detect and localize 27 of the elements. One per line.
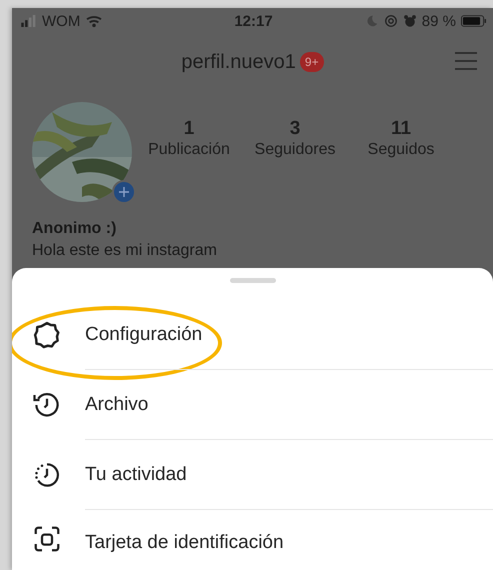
menu-item[interactable]: Tarjeta de identificación bbox=[85, 532, 284, 554]
profile-bio: Hola este es mi instagram bbox=[32, 241, 218, 261]
gear-icon bbox=[32, 320, 62, 350]
battery-icon bbox=[461, 15, 487, 27]
stat-count[interactable]: 3 bbox=[290, 118, 300, 140]
menu-item[interactable]: Tu actividad bbox=[85, 464, 187, 486]
scan-frame-icon bbox=[32, 524, 62, 554]
battery-percent: 89 % bbox=[422, 12, 456, 30]
menu-icon[interactable] bbox=[453, 50, 479, 72]
profile-username: perfil.nuevo1 bbox=[181, 50, 296, 74]
stat-label[interactable]: Publicación bbox=[148, 141, 230, 159]
rotation-lock-icon bbox=[384, 14, 398, 28]
profile-name: Anonimo :) bbox=[32, 219, 118, 239]
stat-label[interactable]: Seguidos bbox=[368, 141, 434, 159]
menu-item[interactable]: Configuración bbox=[85, 324, 202, 346]
wifi-icon bbox=[85, 14, 104, 28]
drag-handle[interactable] bbox=[230, 278, 276, 283]
signal-icon bbox=[20, 15, 37, 27]
plus-icon bbox=[118, 186, 130, 198]
clock-time: 12:17 bbox=[234, 12, 273, 30]
stat-label[interactable]: Seguidores bbox=[254, 141, 336, 159]
menu-item[interactable]: Archivo bbox=[85, 394, 148, 416]
carrier-name: WOM bbox=[42, 12, 80, 30]
moon-icon bbox=[364, 14, 379, 28]
stat-count[interactable]: 11 bbox=[390, 118, 412, 140]
stat-count[interactable]: 1 bbox=[184, 118, 194, 140]
notification-badge: 9+ bbox=[300, 52, 324, 72]
